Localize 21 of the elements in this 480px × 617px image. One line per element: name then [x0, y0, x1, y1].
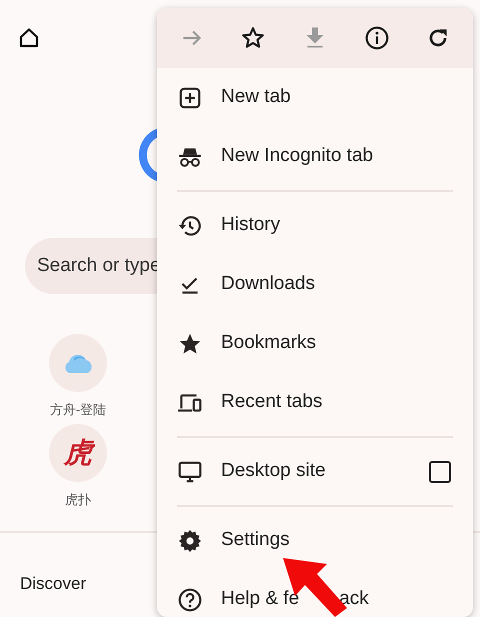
star-icon[interactable]: [240, 25, 266, 51]
menu-item[interactable]: Downloads: [157, 255, 473, 314]
menu-item[interactable]: Settings: [157, 511, 473, 570]
menu-item[interactable]: New Incognito tab: [157, 127, 473, 186]
monitor-icon: [177, 458, 203, 484]
menu-item[interactable]: New tab: [157, 68, 473, 127]
section-heading: Discover: [20, 574, 86, 593]
shortcut-tile[interactable]: 虎: [49, 424, 107, 482]
shortcut-label: 方舟-登陆: [50, 401, 106, 419]
menu-item[interactable]: History: [157, 196, 473, 255]
menu-item[interactable]: Desktop site: [157, 442, 473, 501]
checkbox[interactable]: [429, 460, 451, 482]
help-icon: [177, 586, 203, 612]
info-icon[interactable]: [364, 25, 390, 51]
menu-item[interactable]: Recent tabs: [157, 373, 473, 432]
gear-icon: [177, 528, 203, 554]
home-icon[interactable]: [17, 26, 41, 50]
menu-item[interactable]: Help & fe ack: [157, 570, 473, 617]
plus-box-icon: [177, 84, 203, 110]
shortcut-label: 虎扑: [65, 490, 91, 508]
menu-item[interactable]: Bookmarks: [157, 314, 473, 373]
